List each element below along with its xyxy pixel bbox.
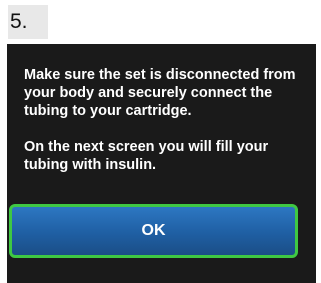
ok-button[interactable]: OK bbox=[9, 204, 298, 258]
instruction-paragraph-1: Make sure the set is disconnected from y… bbox=[24, 67, 296, 119]
device-screen: Make sure the set is disconnected from y… bbox=[7, 44, 316, 283]
instruction-paragraph-2: On the next screen you will fill your tu… bbox=[24, 139, 269, 173]
step-number-label: 5. bbox=[8, 5, 48, 39]
instruction-message: Make sure the set is disconnected from y… bbox=[24, 66, 306, 192]
screen-bottom-area bbox=[7, 265, 316, 283]
